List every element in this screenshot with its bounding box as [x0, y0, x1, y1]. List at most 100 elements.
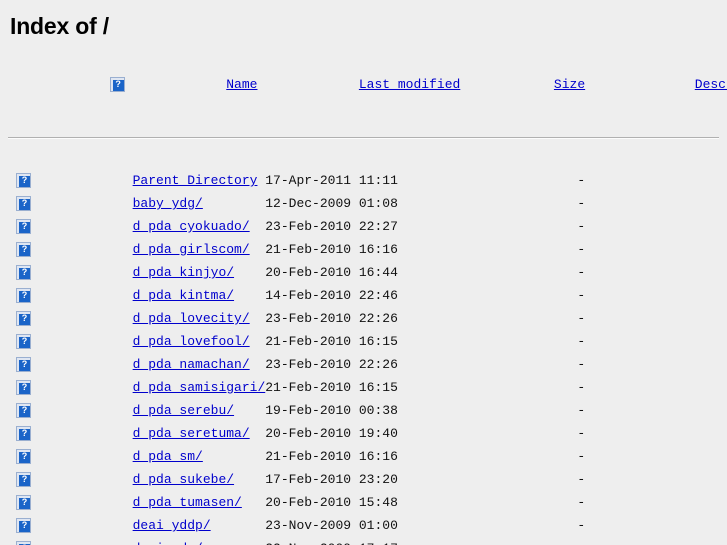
row-icon-cell [8, 537, 125, 545]
row-name-cell: d_pda_kinjyo/ [125, 261, 266, 284]
row-description-cell [585, 284, 727, 307]
broken-image-icon [109, 77, 126, 93]
row-name-cell: d_pda_sm/ [125, 445, 266, 468]
directory-link[interactable]: d_pda_sm/ [133, 449, 203, 464]
row-size-cell: - [577, 495, 586, 511]
directory-link[interactable]: Parent Directory [133, 173, 258, 188]
row-last-modified-cell: 17-Apr-2011 11:11 [265, 173, 398, 189]
row-name-cell: d_pda_sukebe/ [125, 468, 266, 491]
row-description-cell [585, 537, 727, 545]
row-icon-cell [8, 422, 125, 445]
table-row: d_pda_cyokuado/23-Feb-2010 22:27 - [8, 215, 727, 238]
column-header-row: Name Last modified Size Description [8, 62, 727, 107]
directory-link[interactable]: d_pda_girlscom/ [133, 242, 250, 257]
header-size-cell: Size [460, 62, 585, 107]
table-row: baby_ydg/12-Dec-2009 01:08 - [8, 192, 727, 215]
table-row: d_pda_samisigari/21-Feb-2010 16:15 - [8, 376, 727, 399]
row-icon-cell [8, 192, 125, 215]
row-size-cell: - [577, 196, 586, 212]
directory-link[interactable]: baby_ydg/ [133, 196, 203, 211]
row-name-cell: deai_yddp/ [125, 514, 266, 537]
directory-listing: Name Last modified Size Description [8, 62, 727, 545]
row-size-cell: - [577, 518, 586, 534]
row-name-cell: baby_ydg/ [125, 192, 266, 215]
row-icon-cell [8, 215, 125, 238]
row-icon-cell [8, 376, 125, 399]
directory-link[interactable]: d_pda_kintma/ [133, 288, 234, 303]
row-last-modified-cell: 21-Feb-2010 16:15 [265, 334, 398, 350]
row-description-cell [585, 238, 727, 261]
header-description-cell: Description [585, 62, 727, 107]
directory-link[interactable]: d_pda_sukebe/ [133, 472, 234, 487]
row-description-cell [585, 514, 727, 537]
row-description-cell [585, 422, 727, 445]
row-size-cell: - [577, 311, 586, 327]
row-size-cell: - [460, 537, 585, 545]
row-name-cell: d_pda_namachan/ [125, 353, 266, 376]
table-row: d_pda_kintma/14-Feb-2010 22:46 - [8, 284, 727, 307]
table-row: d_pda_sm/21-Feb-2010 16:16 - [8, 445, 727, 468]
row-description-cell [585, 307, 727, 330]
row-description-cell [585, 169, 727, 192]
directory-link[interactable]: d_pda_serebu/ [133, 403, 234, 418]
table-row: d_pda_seretuma/20-Feb-2010 19:40 - [8, 422, 727, 445]
broken-image-icon [16, 311, 32, 327]
broken-image-icon [16, 403, 32, 419]
row-name-cell: d_pda_seretuma/ [125, 422, 266, 445]
row-name-cell: d_pda_serebu/ [125, 399, 266, 422]
row-name-cell: d_pda_kintma/ [125, 284, 266, 307]
directory-link[interactable]: d_pda_tumasen/ [133, 495, 242, 510]
row-icon-cell [8, 169, 125, 192]
row-last-modified-cell: 21-Feb-2010 16:15 [265, 380, 398, 396]
row-description-cell [585, 376, 727, 399]
directory-link[interactable]: d_pda_cyokuado/ [133, 219, 250, 234]
row-size-cell: - [577, 242, 586, 258]
row-description-cell [585, 468, 727, 491]
table-row: d_pda_lovefool/21-Feb-2010 16:15 - [8, 330, 727, 353]
row-name-cell: d_pda_lovefool/ [125, 330, 266, 353]
sort-by-last-modified-link[interactable]: Last modified [359, 77, 460, 92]
sort-by-size-link[interactable]: Size [554, 77, 585, 92]
broken-image-icon [16, 380, 32, 396]
directory-link[interactable]: deai_yddp/ [133, 518, 211, 533]
row-icon-cell [8, 491, 125, 514]
sort-by-name-link[interactable]: Name [226, 77, 257, 92]
broken-image-icon [16, 265, 32, 281]
header-divider-cell [8, 107, 727, 169]
table-row: deai_yddp/23-Nov-2009 01:00 - [8, 514, 727, 537]
row-icon-cell [8, 261, 125, 284]
broken-image-icon [16, 449, 32, 465]
directory-link[interactable]: d_pda_namachan/ [133, 357, 250, 372]
broken-image-icon [16, 357, 32, 373]
row-last-modified-cell: 23-Feb-2010 22:27 [265, 219, 398, 235]
row-size-cell: - [577, 403, 586, 419]
row-description-cell [585, 215, 727, 238]
row-name-cell: d_pda_girlscom/ [125, 238, 266, 261]
horizontal-divider [8, 137, 719, 140]
row-last-modified-cell: 23-Nov-2009 01:00 [265, 518, 398, 534]
header-last-modified-cell: Last modified [265, 62, 460, 107]
directory-link[interactable]: d_pda_kinjyo/ [133, 265, 234, 280]
row-description-cell [585, 399, 727, 422]
directory-link[interactable]: d_pda_lovefool/ [133, 334, 250, 349]
row-last-modified-cell: 17-Feb-2010 23:20 [265, 472, 398, 488]
row-icon-cell [8, 307, 125, 330]
row-icon-cell [8, 514, 125, 537]
row-description-cell [585, 445, 727, 468]
row-description-cell [585, 261, 727, 284]
table-row: d_pda_lovecity/23-Feb-2010 22:26 - [8, 307, 727, 330]
row-last-modified-cell: 23-Feb-2010 22:26 [265, 357, 398, 373]
row-last-modified-cell: 22-Nov-2009 17:17 [265, 537, 460, 545]
row-name-cell: Parent Directory [125, 169, 266, 192]
directory-link[interactable]: d_pda_lovecity/ [133, 311, 250, 326]
directory-index-page: Index of / Name Last modified Size [0, 0, 727, 545]
sort-by-description-link[interactable]: Description [695, 77, 727, 92]
directory-link[interactable]: d_pda_samisigari/ [133, 380, 266, 395]
row-last-modified-cell: 19-Feb-2010 00:38 [265, 403, 398, 419]
row-icon-cell [8, 284, 125, 307]
row-name-cell: d_pda_samisigari/ [125, 376, 266, 399]
header-name-cell: Name [125, 62, 266, 107]
header-divider-row [8, 107, 727, 169]
directory-link[interactable]: d_pda_seretuma/ [133, 426, 250, 441]
directory-link[interactable]: deai_ydq/ [133, 541, 203, 545]
